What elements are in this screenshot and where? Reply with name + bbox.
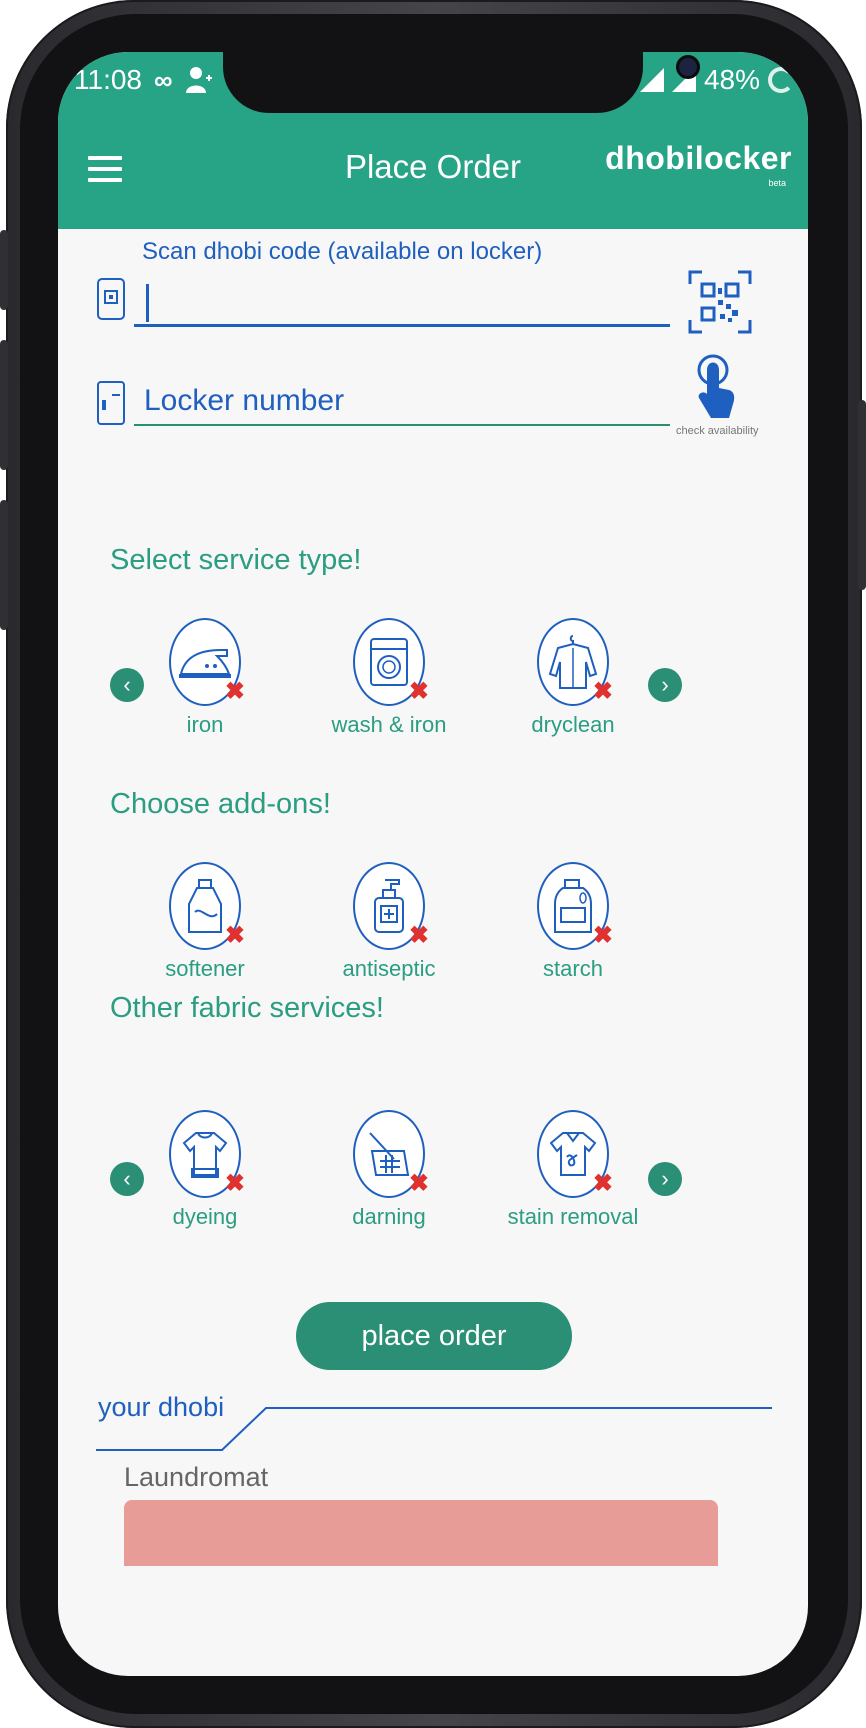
status-bar-left: 11:08 ∞ [74,62,213,98]
fabric-darning[interactable]: ✖ darning [294,1110,484,1230]
camera-icon [676,55,700,79]
add-person-icon [185,67,212,93]
remove-mark-icon: ✖ [592,678,613,705]
service-type-title: Select service type! [110,544,362,576]
status-time: 11:08 [74,64,142,95]
shirt-hanger-icon: ✖ [537,618,613,706]
service-iron[interactable]: ✖ iron [110,618,300,738]
scan-code-label: Scan dhobi code (available on locker) [142,238,543,265]
remove-mark-icon: ✖ [408,922,429,949]
scan-code-input[interactable] [134,280,670,327]
addon-label: starch [543,956,603,981]
phone-side-button [0,500,8,630]
fabric-label: dyeing [172,1204,238,1229]
stained-shirt-icon: ✖ [537,1110,613,1198]
remove-mark-icon: ✖ [224,1170,245,1197]
fabric-label: stain removal [507,1204,639,1229]
antiseptic-bottle-icon: ✖ [353,862,429,950]
tap-finger-icon [697,354,735,418]
remove-mark-icon: ✖ [224,922,245,949]
check-availability-label: check availability [676,425,759,437]
remove-mark-icon: ✖ [408,1170,429,1197]
softener-bottle-icon: ✖ [169,862,245,950]
service-label: iron [186,712,224,737]
addon-antiseptic[interactable]: ✖ antiseptic [294,862,484,982]
addon-starch[interactable]: ✖ starch [478,862,668,982]
fabric-label: darning [352,1204,426,1229]
signal-icon [639,68,664,92]
remove-mark-icon: ✖ [408,678,429,705]
service-dryclean[interactable]: ✖ dryclean [478,618,668,738]
phone-side-button [0,230,8,310]
your-dhobi-title: your dhobi [98,1392,225,1422]
qr-scan-icon[interactable] [688,270,752,334]
addon-label: softener [165,956,245,981]
washing-machine-icon: ✖ [353,618,429,706]
service-wash-iron[interactable]: ✖ wash & iron [294,618,484,738]
locker-icon [97,381,125,425]
battery-icon [768,67,794,93]
fabric-stain-removal[interactable]: ✖ stain removal [478,1110,668,1230]
brand-badge: beta [768,178,786,188]
remove-mark-icon: ✖ [224,678,245,705]
remove-mark-icon: ✖ [592,1170,613,1197]
fabric-services-title: Other fabric services! [110,992,384,1024]
app-screen: 11:08 ∞ 48% Place Order dhobilocker beta… [58,52,808,1676]
status-bar-right: 48% [639,62,794,98]
shop-card[interactable] [124,1500,718,1566]
check-availability-button[interactable]: check availability [676,352,759,437]
phone-side-button [0,340,8,470]
phone-side-button [858,400,866,590]
needle-fabric-icon: ✖ [353,1110,429,1198]
remove-mark-icon: ✖ [592,922,613,949]
place-order-button[interactable]: place order [296,1302,572,1370]
phone-notch [223,52,700,113]
battery-percent: 48% [703,64,760,95]
addon-label: antiseptic [342,956,436,981]
voicemail-icon: ∞ [154,64,173,95]
addons-title: Choose add-ons! [110,788,331,820]
shop-name: Laundromat [124,1462,269,1492]
phone-qr-icon [97,278,125,320]
fabric-dyeing[interactable]: ✖ dyeing [110,1110,300,1230]
tshirt-dye-icon: ✖ [169,1110,245,1198]
iron-icon: ✖ [169,618,245,706]
text-cursor [146,284,149,322]
locker-number-placeholder: Locker number [144,384,345,417]
service-label: wash & iron [331,712,447,737]
service-label: dryclean [531,712,615,737]
brand-logo: dhobilocker [605,140,792,176]
starch-bottle-icon: ✖ [537,862,613,950]
locker-number-input[interactable]: Locker number [134,380,670,426]
addon-softener[interactable]: ✖ softener [110,862,300,982]
